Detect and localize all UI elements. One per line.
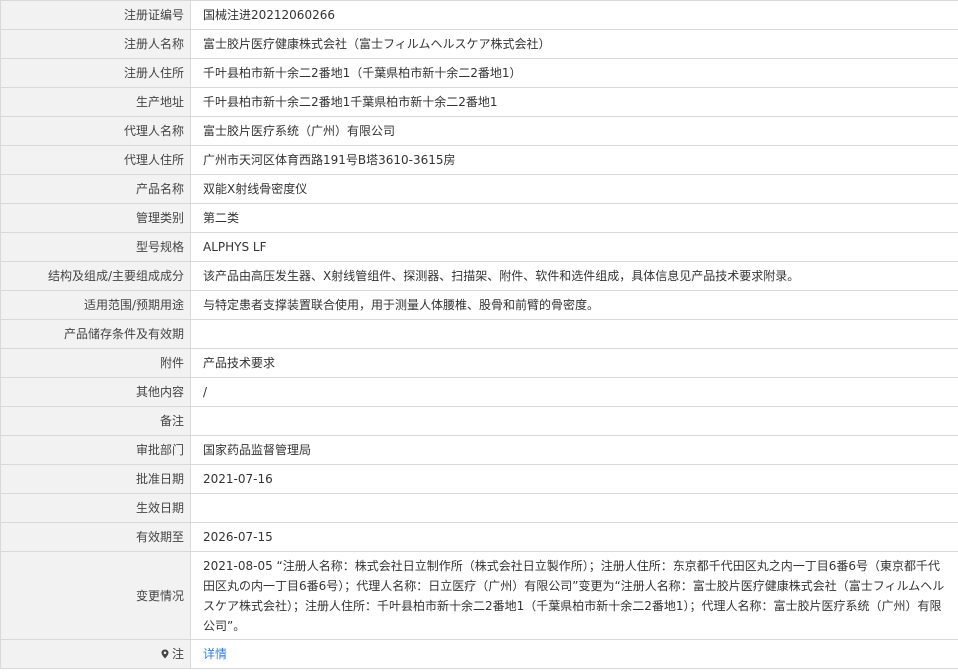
row-storage-conditions: 产品储存条件及有效期 bbox=[0, 319, 958, 349]
row-registrant-address: 注册人住所 千叶县柏市新十余二2番地1（千葉県柏市新十余二2番地1） bbox=[0, 58, 958, 88]
field-label: 生效日期 bbox=[0, 493, 191, 523]
field-label: 有效期至 bbox=[0, 522, 191, 552]
row-production-address: 生产地址 千叶县柏市新十余二2番地1千葉県柏市新十余二2番地1 bbox=[0, 87, 958, 117]
field-value: 国械注进20212060266 bbox=[190, 0, 958, 30]
field-value: 产品技术要求 bbox=[190, 348, 958, 378]
field-value: 该产品由高压发生器、X射线管组件、探测器、扫描架、附件、软件和选件组成，具体信息… bbox=[190, 261, 958, 291]
field-value: ALPHYS LF bbox=[190, 232, 958, 262]
registration-detail-table: 注册证编号 国械注进20212060266 注册人名称 富士胶片医疗健康株式会社… bbox=[0, 0, 958, 669]
field-value: 2021-07-16 bbox=[190, 464, 958, 494]
note-label: 注 bbox=[171, 647, 184, 661]
field-label: 变更情况 bbox=[0, 551, 191, 640]
field-value: 第二类 bbox=[190, 203, 958, 233]
field-value: 国家药品监督管理局 bbox=[190, 435, 958, 465]
field-label: 型号规格 bbox=[0, 232, 191, 262]
field-value: 双能X射线骨密度仪 bbox=[190, 174, 958, 204]
row-effective-date: 生效日期 bbox=[0, 493, 958, 523]
row-note: 注 详情 bbox=[0, 639, 958, 669]
field-label: 注 bbox=[0, 639, 191, 669]
field-label: 注册证编号 bbox=[0, 0, 191, 30]
field-value bbox=[190, 493, 958, 523]
row-approval-date: 批准日期 2021-07-16 bbox=[0, 464, 958, 494]
field-label: 管理类别 bbox=[0, 203, 191, 233]
row-intended-use: 适用范围/预期用途 与特定患者支撑装置联合使用，用于测量人体腰椎、股骨和前臂的骨… bbox=[0, 290, 958, 320]
row-product-name: 产品名称 双能X射线骨密度仪 bbox=[0, 174, 958, 204]
row-change-history: 变更情况 2021-08-05 “注册人名称：株式会社日立制作所（株式会社日立製… bbox=[0, 551, 958, 640]
field-value bbox=[190, 319, 958, 349]
field-label: 代理人住所 bbox=[0, 145, 191, 175]
details-link[interactable]: 详情 bbox=[203, 647, 227, 661]
field-label: 结构及组成/主要组成成分 bbox=[0, 261, 191, 291]
pin-icon bbox=[160, 645, 170, 659]
field-label: 代理人名称 bbox=[0, 116, 191, 146]
row-registration-number: 注册证编号 国械注进20212060266 bbox=[0, 0, 958, 30]
field-value: 富士胶片医疗健康株式会社（富士フィルムヘルスケア株式会社） bbox=[190, 29, 958, 59]
field-label: 注册人住所 bbox=[0, 58, 191, 88]
field-label: 注册人名称 bbox=[0, 29, 191, 59]
row-other-content: 其他内容 / bbox=[0, 377, 958, 407]
row-structure-composition: 结构及组成/主要组成成分 该产品由高压发生器、X射线管组件、探测器、扫描架、附件… bbox=[0, 261, 958, 291]
field-value bbox=[190, 406, 958, 436]
row-remarks: 备注 bbox=[0, 406, 958, 436]
field-value: 富士胶片医疗系统（广州）有限公司 bbox=[190, 116, 958, 146]
field-label: 产品名称 bbox=[0, 174, 191, 204]
field-value: / bbox=[190, 377, 958, 407]
field-label: 附件 bbox=[0, 348, 191, 378]
row-approval-department: 审批部门 国家药品监督管理局 bbox=[0, 435, 958, 465]
row-expiry-date: 有效期至 2026-07-15 bbox=[0, 522, 958, 552]
field-value: 2021-08-05 “注册人名称：株式会社日立制作所（株式会社日立製作所）；注… bbox=[190, 551, 958, 640]
field-value: 2026-07-15 bbox=[190, 522, 958, 552]
row-model-spec: 型号规格 ALPHYS LF bbox=[0, 232, 958, 262]
field-value: 千叶县柏市新十余二2番地1千葉県柏市新十余二2番地1 bbox=[190, 87, 958, 117]
row-management-category: 管理类别 第二类 bbox=[0, 203, 958, 233]
field-label: 产品储存条件及有效期 bbox=[0, 319, 191, 349]
field-label: 适用范围/预期用途 bbox=[0, 290, 191, 320]
row-registrant-name: 注册人名称 富士胶片医疗健康株式会社（富士フィルムヘルスケア株式会社） bbox=[0, 29, 958, 59]
row-agent-name: 代理人名称 富士胶片医疗系统（广州）有限公司 bbox=[0, 116, 958, 146]
row-agent-address: 代理人住所 广州市天河区体育西路191号B塔3610-3615房 bbox=[0, 145, 958, 175]
field-value: 与特定患者支撑装置联合使用，用于测量人体腰椎、股骨和前臂的骨密度。 bbox=[190, 290, 958, 320]
field-value: 千叶县柏市新十余二2番地1（千葉県柏市新十余二2番地1） bbox=[190, 58, 958, 88]
field-label: 备注 bbox=[0, 406, 191, 436]
field-label: 审批部门 bbox=[0, 435, 191, 465]
field-label: 批准日期 bbox=[0, 464, 191, 494]
row-attachments: 附件 产品技术要求 bbox=[0, 348, 958, 378]
field-label: 生产地址 bbox=[0, 87, 191, 117]
field-value: 广州市天河区体育西路191号B塔3610-3615房 bbox=[190, 145, 958, 175]
field-label: 其他内容 bbox=[0, 377, 191, 407]
